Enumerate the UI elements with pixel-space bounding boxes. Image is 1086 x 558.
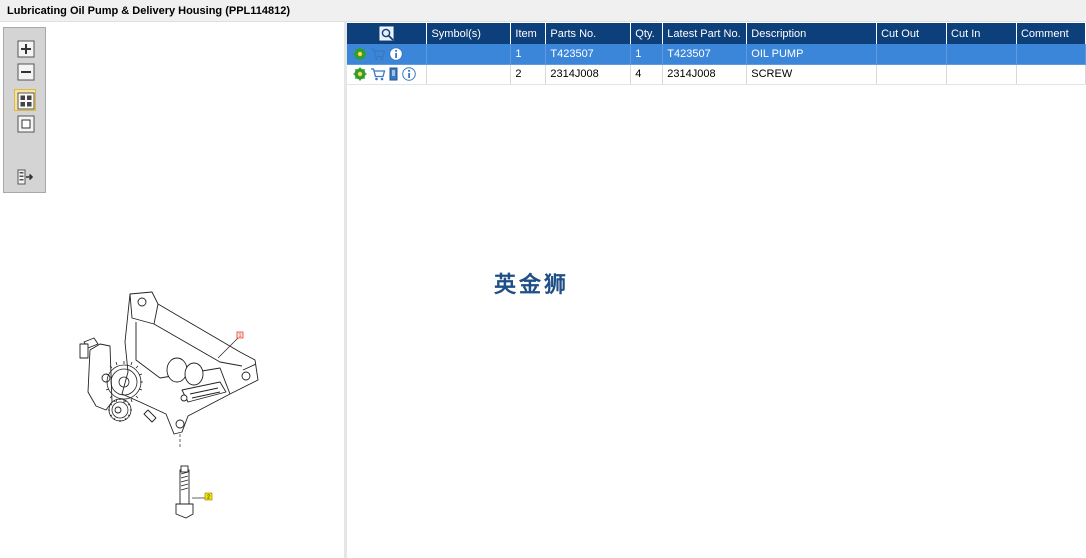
row-comment-cell: [1016, 64, 1086, 85]
zoom-in-icon: [17, 40, 35, 58]
export-button[interactable]: [14, 165, 36, 187]
row-qty-cell: 4: [630, 64, 664, 85]
watermark: 英金狮: [494, 273, 570, 298]
row-parts-no-cell: 2314J008: [545, 64, 632, 85]
shopping-cart-icon[interactable]: [370, 67, 386, 81]
column-header-parts-no[interactable]: Parts No.: [545, 23, 632, 44]
column-header-latest-part-no[interactable]: Latest Part No.: [662, 23, 748, 44]
row-description-cell: SCREW: [746, 64, 878, 85]
column-header-comment[interactable]: Comment: [1016, 23, 1086, 44]
single-view-icon: [17, 115, 35, 133]
row-parts-no-cell: T423507: [545, 44, 632, 65]
row-item-cell: 2: [510, 64, 547, 85]
shopping-cart-icon[interactable]: [370, 47, 386, 61]
column-header-symbols[interactable]: Symbol(s): [426, 23, 512, 44]
column-header-qty[interactable]: Qty.: [630, 23, 664, 44]
table-row[interactable]: 1 T423507 1 T423507 OIL PUMP: [347, 44, 1086, 65]
row-icons-cell: [347, 44, 428, 65]
zoom-out-icon: [17, 63, 35, 81]
zoom-in-button[interactable]: [14, 37, 36, 59]
illustration-pane[interactable]: 1 2: [0, 22, 344, 558]
row-comment-cell: [1016, 44, 1086, 65]
row-icons-cell: [347, 64, 428, 85]
export-icon: [17, 169, 34, 185]
find-in-drawing-icon[interactable]: [379, 26, 395, 42]
callout-2-label: 2: [207, 495, 210, 501]
parts-table: Symbol(s) Item Parts No. Qty. Latest Par…: [347, 23, 1086, 85]
info-icon[interactable]: [389, 46, 403, 61]
column-header-description[interactable]: Description: [746, 23, 878, 44]
callout-1-label: 1: [239, 333, 242, 339]
document-icon[interactable]: [389, 67, 399, 81]
row-latest-part-no-cell: 2314J008: [662, 64, 748, 85]
row-item-cell: 1: [510, 44, 547, 65]
gear-icon[interactable]: [353, 47, 367, 61]
row-latest-part-no-cell: T423507: [662, 44, 748, 65]
window-title: Lubricating Oil Pump & Delivery Housing …: [7, 5, 291, 17]
oil-pump-drawing[interactable]: 1 2: [70, 282, 270, 522]
gear-icon[interactable]: [353, 67, 367, 81]
table-header-row: Symbol(s) Item Parts No. Qty. Latest Par…: [347, 23, 1086, 44]
row-description-cell: OIL PUMP: [746, 44, 878, 65]
show-all-button[interactable]: [14, 89, 36, 111]
row-symbols-cell: [426, 64, 512, 85]
viewer-toolbar: [3, 27, 46, 193]
show-all-icon: [17, 92, 35, 110]
column-header-cut-in[interactable]: Cut In: [946, 23, 1017, 44]
info-icon[interactable]: [402, 67, 416, 81]
row-cut-out-cell: [876, 64, 948, 85]
row-qty-cell: 1: [630, 44, 664, 65]
zoom-out-button[interactable]: [14, 60, 36, 82]
column-header-item[interactable]: Item: [510, 23, 547, 44]
single-view-button[interactable]: [14, 112, 36, 134]
row-cut-in-cell: [946, 64, 1017, 85]
column-header-cut-out[interactable]: Cut Out: [876, 23, 948, 44]
row-cut-in-cell: [946, 44, 1017, 65]
row-symbols-cell: [426, 44, 512, 65]
title-bar: Lubricating Oil Pump & Delivery Housing …: [0, 0, 1086, 22]
table-row[interactable]: 2 2314J008 4 2314J008 SCREW: [347, 64, 1086, 85]
row-cut-out-cell: [876, 44, 948, 65]
column-header-icons[interactable]: [347, 23, 428, 44]
parts-list-pane: Symbol(s) Item Parts No. Qty. Latest Par…: [347, 22, 1086, 558]
